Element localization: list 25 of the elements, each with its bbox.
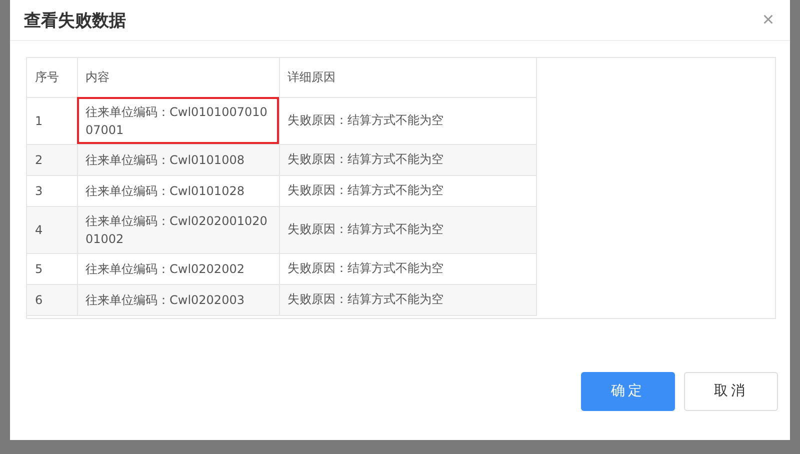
column-header: 内容 bbox=[77, 58, 279, 97]
table-cell: 失败原因：结算方式不能为空 bbox=[279, 284, 536, 315]
dialog-title: 查看失败数据 bbox=[24, 10, 126, 32]
table-cell: 失败原因：结算方式不能为空 bbox=[279, 175, 536, 206]
column-header: 序号 bbox=[27, 58, 77, 97]
cancel-button[interactable]: 取消 bbox=[684, 372, 778, 410]
table-cell: 往来单位编码：Cwl0202003 bbox=[77, 284, 279, 315]
table-cell: 失败原因：结算方式不能为空 bbox=[279, 206, 536, 253]
table-cell: 2 bbox=[27, 144, 77, 175]
table-cell: 往来单位编码：Cwl0101028 bbox=[77, 175, 279, 206]
table-cell: 失败原因：结算方式不能为空 bbox=[279, 144, 536, 175]
table-cell: 1 bbox=[27, 97, 77, 144]
close-button[interactable]: × bbox=[760, 10, 776, 30]
table-cell: 往来单位编码：Cwl020200102001002 bbox=[77, 206, 279, 253]
column-header: 详细原因 bbox=[279, 58, 536, 97]
table-cell: 往来单位编码：Cwl010100701007001 bbox=[77, 97, 279, 144]
table-cell: 3 bbox=[27, 175, 77, 206]
table-cell: 5 bbox=[27, 253, 77, 284]
table-cell: 6 bbox=[27, 284, 77, 315]
table-cell: 失败原因：结算方式不能为空 bbox=[279, 253, 536, 284]
table-cell: 失败原因：结算方式不能为空 bbox=[279, 97, 536, 144]
confirm-button[interactable]: 确定 bbox=[581, 372, 675, 410]
table-cell: 往来单位编码：Cwl0202002 bbox=[77, 253, 279, 284]
table-cell: 往来单位编码：Cwl0101008 bbox=[77, 144, 279, 175]
table-cell: 4 bbox=[27, 206, 77, 253]
